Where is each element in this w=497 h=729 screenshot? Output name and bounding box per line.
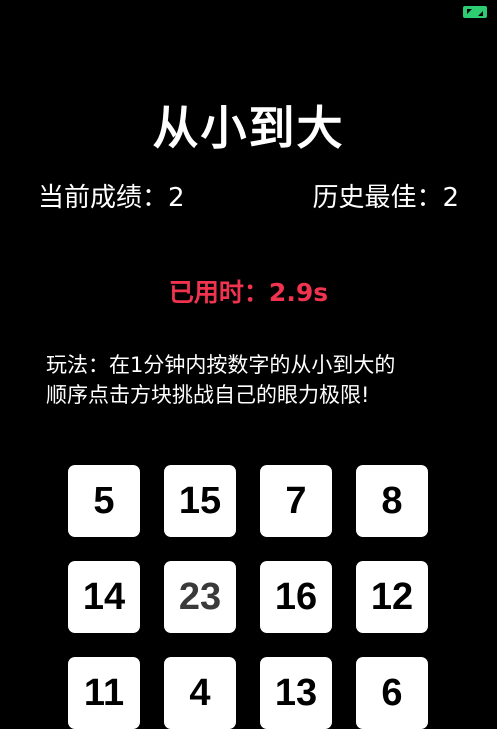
current-score: 当前成绩：2: [38, 183, 185, 213]
number-tile[interactable]: 4: [164, 657, 236, 729]
number-tile[interactable]: 15: [164, 465, 236, 537]
best-score: 历史最佳：2: [312, 183, 459, 213]
instructions-line-1: 玩法：在1分钟内按数字的从小到大的: [46, 353, 396, 377]
number-tile[interactable]: 5: [68, 465, 140, 537]
number-grid: 5 15 7 8 14 23 16 12 11 4 13 6: [68, 465, 430, 729]
instructions-line-2: 顺序点击方块挑战自己的眼力极限!: [46, 383, 370, 407]
number-tile[interactable]: 13: [260, 657, 332, 729]
number-tile[interactable]: 12: [356, 561, 428, 633]
elapsed-time: 已用时：2.9s: [0, 273, 497, 309]
number-tile[interactable]: 14: [68, 561, 140, 633]
number-tile[interactable]: 6: [356, 657, 428, 729]
expand-arrows-icon[interactable]: [463, 6, 487, 18]
number-tile[interactable]: 8: [356, 465, 428, 537]
number-tile[interactable]: 11: [68, 657, 140, 729]
elapsed-time-label: 已用时：: [168, 278, 269, 307]
page-title: 从小到大: [152, 101, 345, 155]
number-tile[interactable]: 16: [260, 561, 332, 633]
instructions: 玩法：在1分钟内按数字的从小到大的 顺序点击方块挑战自己的眼力极限!: [46, 350, 466, 410]
number-tile[interactable]: 23: [164, 561, 236, 633]
elapsed-time-value: 2.9s: [268, 278, 329, 307]
number-tile[interactable]: 7: [260, 465, 332, 537]
